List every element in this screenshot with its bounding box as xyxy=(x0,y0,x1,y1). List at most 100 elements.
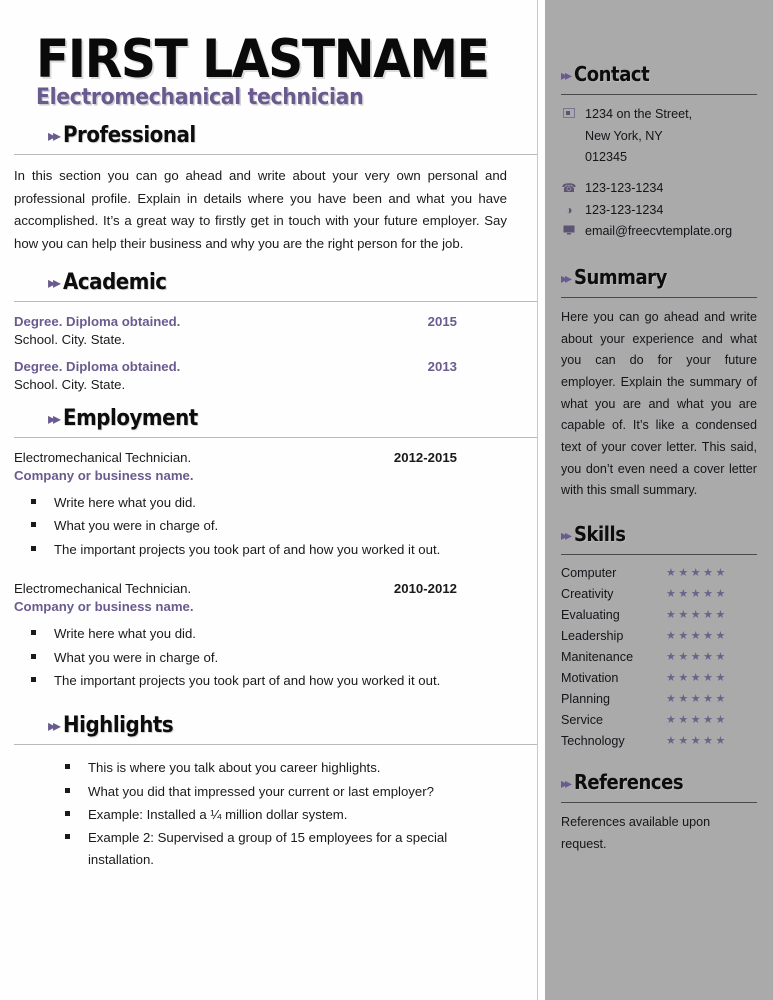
skill-row: Manitenance ★★★★★ xyxy=(561,647,757,668)
list-item: What you were in charge of. xyxy=(22,647,519,668)
skill-row: Service ★★★★★ xyxy=(561,710,757,731)
square-bullet-icon xyxy=(31,545,36,551)
section-divider xyxy=(14,153,537,155)
academic-entry: Degree. Diploma obtained. 2013 School. C… xyxy=(14,359,519,392)
sidebar-section-heading: ▸▸ Skills xyxy=(561,522,757,546)
list-item-label: The important projects you took part of … xyxy=(54,672,441,688)
contact-address-line-3: 012345 xyxy=(585,150,628,165)
skill-row: Technology ★★★★★ xyxy=(561,731,757,752)
contact-phone-row[interactable]: ☎ 123-123-1234 xyxy=(561,178,757,200)
job-subtitle: Electromechanical technician xyxy=(36,84,364,110)
list-item-label: Write here what you did. xyxy=(54,495,196,511)
section-title-professional: Professional xyxy=(63,122,196,148)
square-bullet-icon xyxy=(31,676,36,682)
square-bullet-icon xyxy=(31,653,36,659)
skill-label: Service xyxy=(561,712,603,727)
contact-address-line-1: 1234 on the Street, xyxy=(585,107,693,121)
employment-dates: 2012-2015 xyxy=(393,450,457,466)
academic-year: 2013 xyxy=(427,359,457,375)
sidebar-section-contact: ▸▸ Contact 1234 on the Street, New York,… xyxy=(561,0,757,243)
skill-row: Planning ★★★★★ xyxy=(561,689,757,710)
list-item: Write here what you did. xyxy=(22,623,519,644)
skill-rating-stars: ★★★★★ xyxy=(666,671,728,684)
references-body: References available upon request. xyxy=(561,814,711,851)
contact-mobile-row[interactable]: ◑ 123-123-1234 xyxy=(561,200,757,222)
sidebar-divider xyxy=(561,801,757,803)
skills-list: Computer ★★★★★ Creativity ★★★★★ Evaluating… xyxy=(561,563,757,752)
header-name-block: FIRST LASTNAME Electromechanical technic… xyxy=(0,0,537,109)
academic-degree: Degree. Diploma obtained. xyxy=(14,359,181,375)
employment-entry: Electromechanical Technician. 2012-2015 … xyxy=(14,450,519,560)
list-item: This is where you talk about you career … xyxy=(56,757,527,778)
square-bullet-icon xyxy=(65,764,70,770)
sidebar-section-heading: ▸▸ References xyxy=(561,770,757,794)
mobile-phone-icon: ◑ xyxy=(565,202,573,217)
contact-address-row: 1234 on the Street, xyxy=(561,104,757,126)
academic-degree: Degree. Diploma obtained. xyxy=(14,314,181,330)
list-item-label: This is where you talk about you career … xyxy=(88,760,381,776)
list-item: What you were in charge of. xyxy=(22,515,519,536)
contact-address-line-2: New York, NY xyxy=(585,128,663,143)
employment-role: Electromechanical Technician. xyxy=(14,450,192,466)
academic-school: School. City. State. xyxy=(14,332,126,348)
square-bullet-icon xyxy=(65,834,70,840)
square-bullet-icon xyxy=(31,499,36,505)
main-column: FIRST LASTNAME Electromechanical technic… xyxy=(0,0,537,1000)
list-item-label: Example: Installed a ¼ million dollar sy… xyxy=(88,807,348,823)
sidebar-section-references: ▸▸ References References available upon … xyxy=(561,752,757,855)
skill-rating-stars: ★★★★★ xyxy=(666,629,728,642)
section-heading: ▸▸ Employment xyxy=(48,406,527,431)
employment-entry: Electromechanical Technician. 2010-2012 … xyxy=(14,581,519,691)
professional-body: In this section you can go ahead and wri… xyxy=(14,167,507,252)
contact-phone-value: 123-123-1234 xyxy=(585,180,664,195)
section-title-employment: Employment xyxy=(63,406,198,432)
employment-bullets: Write here what you did. What you were i… xyxy=(22,623,519,691)
list-item: The important projects you took part of … xyxy=(22,539,519,560)
employment-company: Company or business name. xyxy=(14,599,194,615)
double-chevron-icon: ▸▸ xyxy=(561,774,572,791)
skill-label: Technology xyxy=(561,733,625,748)
double-chevron-icon: ▸▸ xyxy=(48,275,61,293)
double-chevron-icon: ▸▸ xyxy=(48,718,61,736)
sidebar-section-skills: ▸▸ Skills Computer ★★★★★ Creativity ★★★★★ … xyxy=(561,502,757,752)
contact-mobile-value: 123-123-1234 xyxy=(585,202,664,217)
list-item: Example 2: Supervised a group of 15 empl… xyxy=(56,827,527,870)
sidebar-divider xyxy=(561,296,757,298)
section-divider xyxy=(14,437,537,439)
contact-email-row[interactable]: email@freecvtemplate.org xyxy=(561,221,757,243)
list-item: Example: Installed a ¼ million dollar sy… xyxy=(56,804,527,825)
skill-rating-stars: ★★★★★ xyxy=(666,608,728,621)
sidebar-section-heading: ▸▸ Summary xyxy=(561,265,757,289)
section-title-highlights: Highlights xyxy=(63,713,174,739)
sidebar: ▸▸ Contact 1234 on the Street, New York,… xyxy=(545,0,773,1000)
double-chevron-icon: ▸▸ xyxy=(561,67,572,83)
academic-entry: Degree. Diploma obtained. 2015 School. C… xyxy=(14,314,519,347)
square-bullet-icon xyxy=(31,630,36,636)
list-item-label: Write here what you did. xyxy=(54,626,196,642)
telephone-icon: ☎ xyxy=(561,180,577,195)
address-card-icon xyxy=(561,104,577,125)
skill-rating-stars: ★★★★★ xyxy=(666,587,728,600)
sidebar-title-skills: Skills xyxy=(574,521,626,546)
section-heading: ▸▸ Academic xyxy=(48,270,527,295)
skill-rating-stars: ★★★★★ xyxy=(666,650,728,663)
square-bullet-icon xyxy=(65,811,70,817)
list-item-label: The important projects you took part of … xyxy=(54,541,441,557)
sidebar-divider xyxy=(561,553,757,555)
list-item: Write here what you did. xyxy=(22,492,519,513)
section-heading: ▸▸ Professional xyxy=(48,123,527,148)
computer-monitor-icon xyxy=(561,221,577,242)
skill-rating-stars: ★★★★★ xyxy=(666,713,728,726)
double-chevron-icon: ▸▸ xyxy=(561,269,572,286)
sidebar-title-summary: Summary xyxy=(574,264,667,289)
skill-label: Manitenance xyxy=(561,649,634,664)
academic-school: School. City. State. xyxy=(14,377,126,393)
skill-row: Motivation ★★★★★ xyxy=(561,668,757,689)
academic-year: 2015 xyxy=(427,314,457,330)
employment-role: Electromechanical Technician. xyxy=(14,581,192,597)
list-item: What you did that impressed your current… xyxy=(56,781,527,802)
section-divider xyxy=(14,744,537,746)
list-item-label: What you were in charge of. xyxy=(54,649,219,665)
square-bullet-icon xyxy=(65,787,70,793)
